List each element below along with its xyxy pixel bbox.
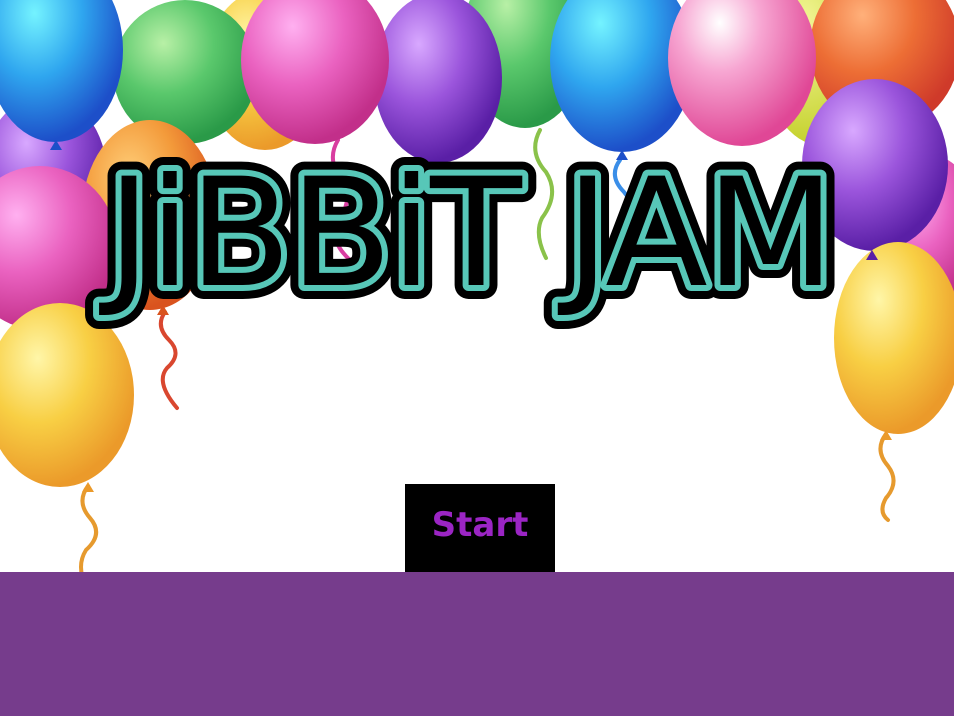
start-button[interactable]: Start [405, 484, 555, 572]
ground-bar [0, 572, 954, 716]
game-start-screen: JiBBiT JAM JiBBiT JAM JiBBiT JAM Start [0, 0, 954, 716]
